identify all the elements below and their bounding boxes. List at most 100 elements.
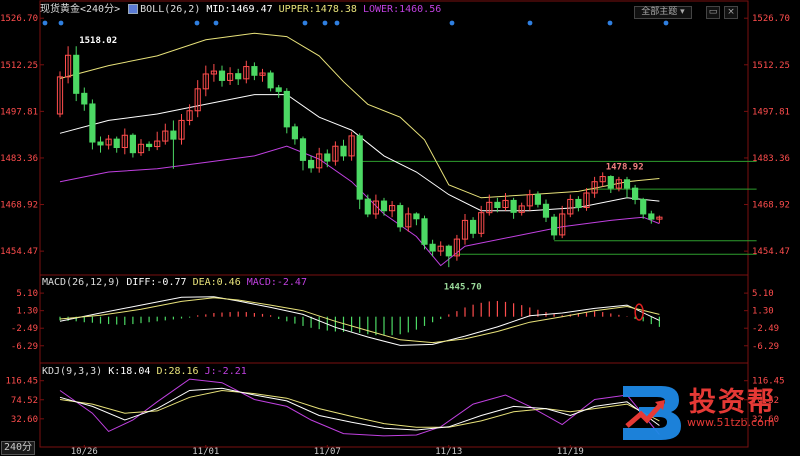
macd-y-tick-label-left: 5.10	[16, 289, 38, 299]
candle-down	[623, 179, 631, 189]
price-y-tick-label-left: 1454.47	[0, 247, 38, 257]
kdj-y-tick-label-left: 116.45	[5, 377, 38, 387]
price-panel: 1518.02 1478.92 1445.70	[56, 32, 757, 292]
candle-down	[640, 198, 647, 215]
candle-down	[534, 194, 541, 205]
macd-header: MACD(26,12,9) DIFF:-0.77 DEA:0.46 MACD:-…	[42, 277, 307, 289]
price-y-tick-label-right: 1468.92	[752, 201, 790, 211]
candle-down	[283, 90, 290, 128]
boll-mid-value: MID:1469.47	[206, 4, 273, 15]
event-marker-icon[interactable]	[213, 20, 219, 26]
macd-dea-value: DEA:0.46	[192, 277, 241, 288]
plot-frame	[39, 0, 749, 448]
candle-down	[494, 201, 501, 208]
price-y-tick-label-left: 1483.36	[0, 154, 38, 164]
price-y-tick-label-left: 1468.92	[0, 201, 38, 211]
candle-down	[267, 72, 274, 89]
event-marker-icon[interactable]	[607, 20, 613, 26]
macd-title: MACD(26,12,9)	[42, 277, 121, 288]
kdj-d-value: D:28.16	[156, 366, 199, 377]
chart-settings-icon[interactable]	[128, 4, 139, 14]
event-marker-icon[interactable]	[58, 20, 64, 26]
candle-down	[251, 66, 258, 76]
price-y-tick-label-right: 1526.70	[752, 14, 790, 24]
theme-select-button[interactable]: 全部主题 ▾	[634, 6, 692, 19]
candle-down	[324, 153, 331, 162]
candle-down	[291, 126, 298, 140]
candle-down	[364, 198, 371, 215]
close-icon: ×	[727, 7, 735, 17]
kdj-y-tick-label-left: 32.60	[11, 415, 38, 425]
price-annotation: 1518.02	[79, 36, 117, 46]
event-marker-icon[interactable]	[194, 20, 200, 26]
candle-down	[470, 219, 477, 234]
window-button[interactable]: ▭	[706, 6, 720, 19]
period-tab[interactable]: 240分	[1, 441, 36, 455]
kdj-header: KDJ(9,3,3) K:18.04 D:28.16 J:-2.21	[42, 366, 247, 378]
price-annotation: 1478.92	[606, 162, 644, 172]
price-annotation: 1445.70	[444, 282, 482, 292]
candle-down	[299, 138, 307, 161]
candle-down	[397, 205, 404, 228]
price-header: 现货黄金<240分> BOLL(26,2) MID:1469.47 UPPER:…	[40, 4, 441, 16]
kdj-title: KDJ(9,3,3)	[42, 366, 103, 377]
candle-down	[413, 213, 420, 220]
close-button[interactable]: ×	[724, 6, 738, 19]
macd-y-tick-label-right: -6.29	[752, 342, 779, 352]
candle-down	[510, 199, 517, 213]
macd-y-tick-label-left: 1.30	[16, 307, 38, 317]
boll-upper-value: UPPER:1478.38	[278, 4, 357, 15]
candle-down	[340, 145, 347, 157]
macd-y-tick-label-right: -2.49	[752, 324, 779, 334]
candle-down	[607, 176, 614, 189]
x-tick-label: 11/19	[557, 447, 584, 456]
watermark-logo: 投资帮 www.51tzb.com	[617, 382, 792, 442]
x-tick-label: 11/01	[192, 447, 219, 456]
theme-select-label: 全部主题	[641, 7, 678, 17]
logo-mark-icon	[623, 386, 681, 440]
candle-down	[235, 73, 242, 80]
event-marker-icon[interactable]	[449, 20, 455, 26]
event-marker-icon[interactable]	[302, 20, 308, 26]
kdj-k-value: K:18.04	[108, 366, 151, 377]
candle-down	[380, 200, 388, 212]
candle-down	[73, 54, 80, 94]
x-tick-label: 11/07	[314, 447, 341, 456]
candle-down	[551, 216, 558, 236]
price-y-tick-label-left: 1512.25	[0, 61, 38, 71]
event-marker-icon[interactable]	[334, 20, 340, 26]
candle-down	[81, 92, 88, 105]
macd-value: MACD:-2.47	[246, 277, 307, 288]
candle-down	[648, 213, 655, 220]
macd-y-tick-label-left: -6.29	[11, 342, 38, 352]
candle-down	[89, 103, 96, 143]
candle-down	[445, 245, 452, 257]
candle-down	[308, 159, 315, 169]
macd-y-tick-label-right: 1.30	[752, 307, 774, 317]
x-tick-label: 10/26	[71, 447, 98, 456]
price-y-tick-label-left: 1526.70	[0, 14, 38, 24]
macd-y-tick-label-left: -2.49	[11, 324, 38, 334]
instrument-name: 现货黄金	[40, 4, 80, 15]
kdj-d-line	[59, 389, 660, 428]
event-marker-icon[interactable]	[663, 20, 669, 26]
price-y-tick-label-left: 1497.81	[0, 107, 38, 117]
candle-down	[632, 187, 639, 200]
candle-down	[429, 243, 436, 252]
event-marker-icon[interactable]	[322, 20, 328, 26]
event-marker-icon[interactable]	[527, 20, 533, 26]
candle-down	[146, 143, 153, 148]
period-label: <240分>	[80, 4, 121, 15]
event-marker-icon[interactable]	[42, 20, 48, 26]
logo-url: www.51tzb.com	[687, 416, 775, 429]
candle-down	[113, 138, 120, 149]
grid-layer	[39, 0, 749, 448]
kdj-panel	[59, 378, 660, 437]
logo-text: 投资帮	[689, 387, 776, 418]
x-tick-label: 11/13	[435, 447, 462, 456]
kdj-k-line	[59, 387, 660, 431]
candle-down	[575, 198, 582, 208]
price-y-tick-label-right: 1483.36	[752, 154, 790, 164]
candle-down	[170, 130, 177, 140]
macd-panel	[59, 296, 661, 346]
